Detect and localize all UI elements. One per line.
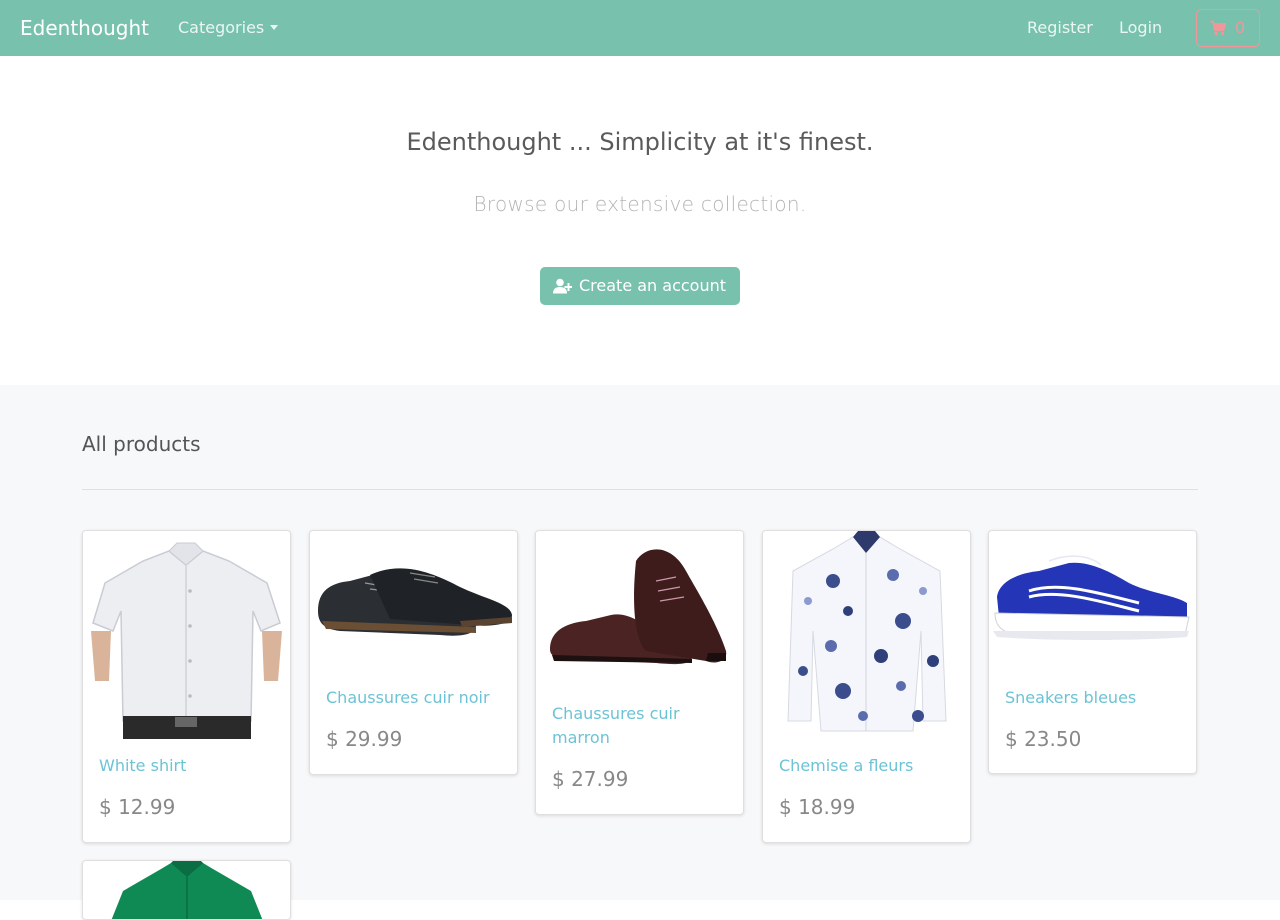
hero-subtitle: Browse our extensive collection. <box>473 192 807 216</box>
product-card[interactable]: Sneakers bleues $ 23.50 <box>988 530 1197 774</box>
product-price: $ 23.50 <box>1005 727 1082 751</box>
product-title[interactable]: Chaussures cuir noir <box>326 686 506 710</box>
cart-button[interactable]: 0 <box>1196 9 1260 47</box>
hero-section: Edenthought ... Simplicity at it's fines… <box>0 56 1280 385</box>
section-title: All products <box>82 432 201 456</box>
product-card[interactable]: Chaussures cuir noir $ 29.99 <box>309 530 518 775</box>
navbar: Edenthought Categories Register Login 0 <box>0 0 1280 56</box>
product-title[interactable]: White shirt <box>99 754 279 778</box>
categories-dropdown[interactable]: Categories <box>178 18 279 38</box>
product-card[interactable] <box>82 860 291 920</box>
product-price: $ 27.99 <box>552 767 629 791</box>
create-account-label: Create an account <box>579 276 727 295</box>
register-link[interactable]: Register <box>1027 18 1093 38</box>
product-card[interactable]: White shirt $ 12.99 <box>82 530 291 843</box>
product-title[interactable]: Chemise a fleurs <box>779 754 959 778</box>
product-image-chemise-a-fleurs[interactable] <box>763 531 970 739</box>
login-link[interactable]: Login <box>1119 18 1162 38</box>
product-card[interactable]: Chaussures cuir marron $ 27.99 <box>535 530 744 815</box>
create-account-button[interactable]: Create an account <box>540 267 740 305</box>
product-title[interactable]: Sneakers bleues <box>1005 686 1185 710</box>
categories-label: Categories <box>178 18 265 37</box>
product-price: $ 29.99 <box>326 727 403 751</box>
products-section: All products White shirt $ 12.99 Chaussu… <box>0 385 1280 920</box>
cart-count: 0 <box>1235 18 1246 37</box>
product-price: $ 12.99 <box>99 795 176 819</box>
product-image-white-shirt[interactable] <box>83 531 290 739</box>
caret-down-icon <box>270 25 279 30</box>
brand-link[interactable]: Edenthought <box>20 15 149 41</box>
user-plus-icon <box>553 278 572 294</box>
product-image-sneakers-bleues[interactable] <box>989 531 1196 670</box>
section-divider <box>82 489 1198 490</box>
shopping-cart-icon <box>1210 20 1226 36</box>
product-image-green-shirt[interactable] <box>83 861 290 920</box>
hero-title: Edenthought ... Simplicity at it's fines… <box>406 128 874 156</box>
product-price: $ 18.99 <box>779 795 856 819</box>
product-image-chaussures-cuir-noir[interactable] <box>310 531 517 671</box>
product-title[interactable]: Chaussures cuir marron <box>552 702 732 750</box>
product-card[interactable]: Chemise a fleurs $ 18.99 <box>762 530 971 843</box>
product-image-chaussures-cuir-marron[interactable] <box>536 531 743 687</box>
